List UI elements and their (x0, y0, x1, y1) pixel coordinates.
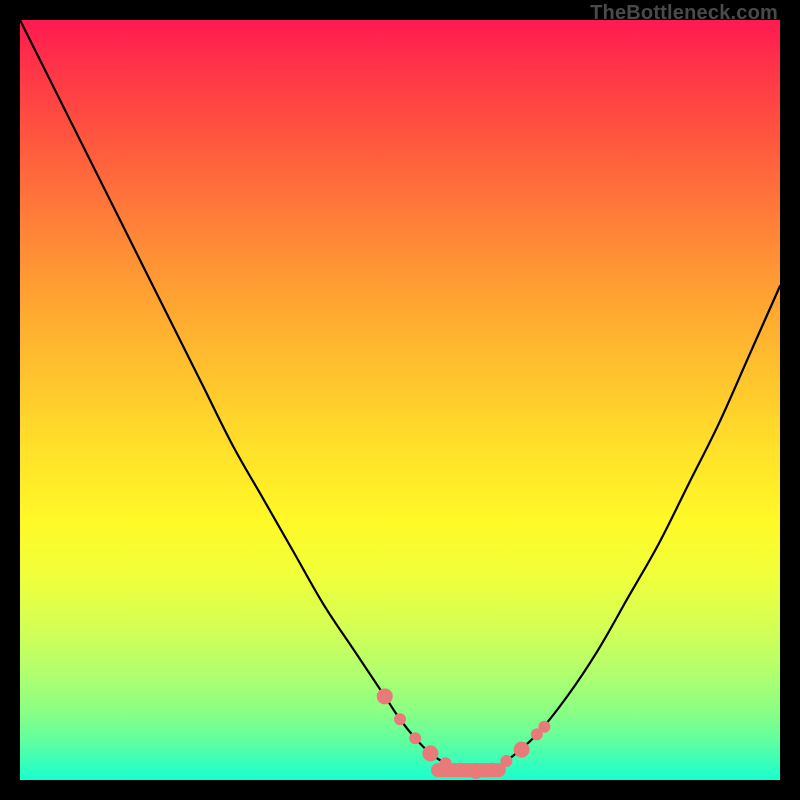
plot-area (20, 20, 780, 780)
data-marker (394, 713, 406, 725)
data-marker (440, 757, 452, 769)
data-marker (422, 745, 438, 761)
data-marker (455, 763, 467, 775)
data-marker (468, 763, 484, 779)
bottleneck-curve (20, 20, 780, 780)
data-marker (485, 763, 497, 775)
data-marker (409, 732, 421, 744)
data-marker (514, 742, 530, 758)
data-marker (377, 688, 393, 704)
data-marker (538, 721, 550, 733)
watermark-text: TheBottleneck.com (590, 2, 778, 25)
data-marker (500, 755, 512, 767)
